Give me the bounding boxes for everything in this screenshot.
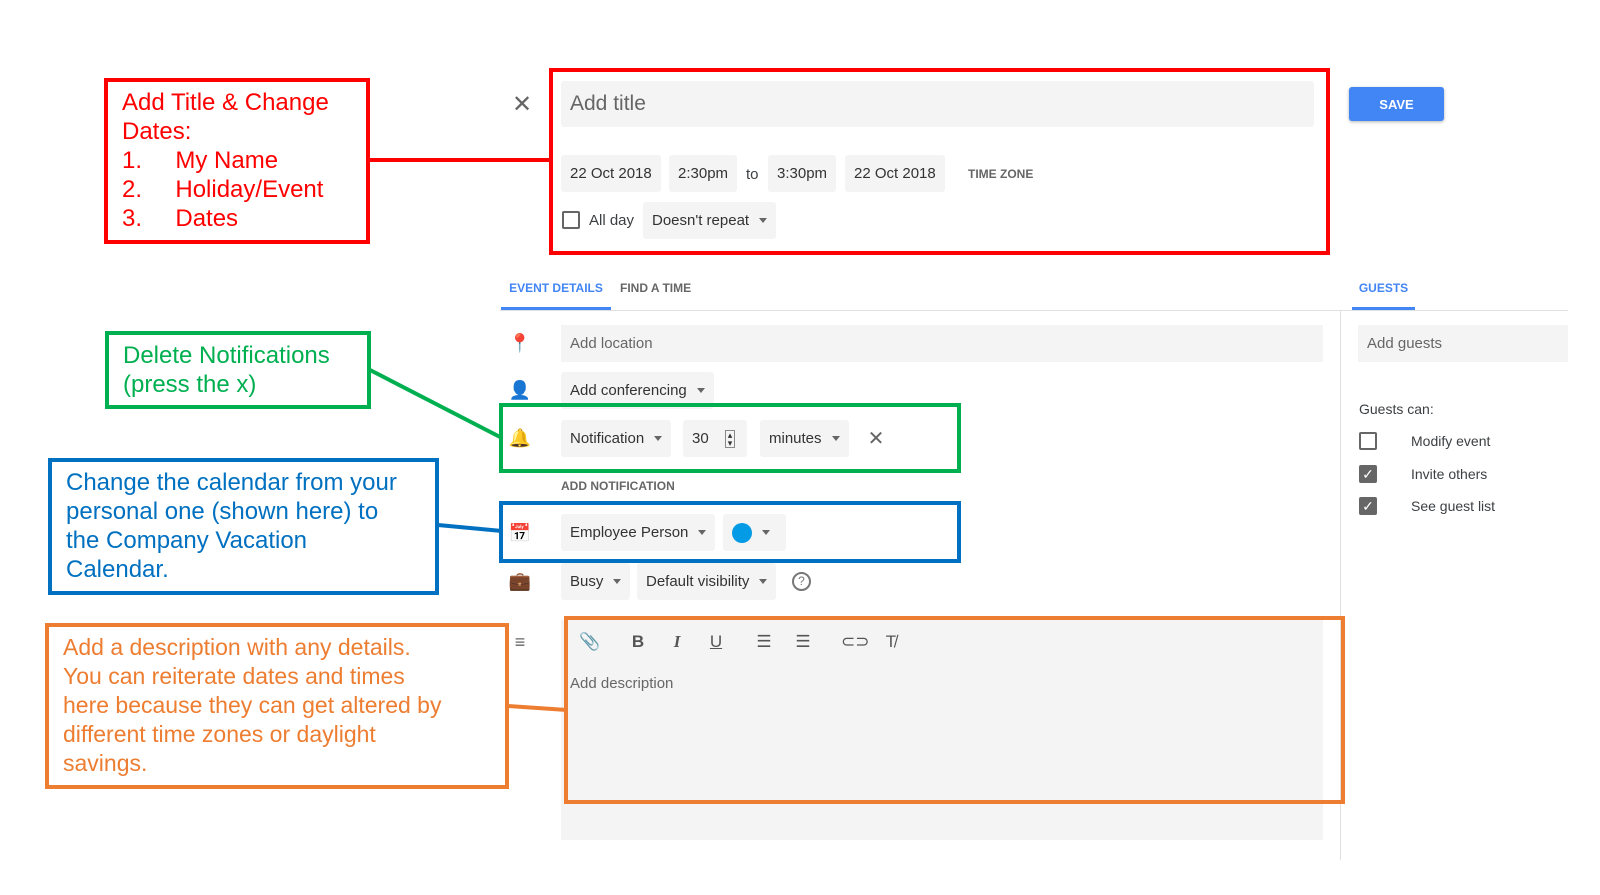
annotation-line: different time zones or daylight bbox=[63, 721, 376, 747]
annotation-line: 2. Holiday/Event bbox=[122, 176, 324, 203]
annotation-line: You can reiterate dates and times bbox=[63, 663, 405, 689]
annotation-line: Delete Notifications bbox=[123, 342, 330, 369]
annotation-line: Dates: bbox=[122, 118, 192, 145]
annotation-line: Change the calendar from your bbox=[66, 469, 397, 496]
annotation-line: the Company Vacation bbox=[66, 527, 308, 554]
annotation-green: Delete Notifications (press the x) bbox=[105, 331, 371, 409]
annotation-red: Add Title & Change Dates: 1. My Name 2. … bbox=[104, 78, 370, 244]
orange-connector bbox=[507, 704, 568, 712]
annotation-line: Calendar. bbox=[66, 556, 169, 583]
annotation-blue: Change the calendar from your personal o… bbox=[48, 458, 439, 595]
annotation-line: personal one (shown here) to bbox=[66, 498, 379, 525]
green-highlight-box bbox=[499, 403, 961, 473]
annotation-line: here because they can get altered by bbox=[63, 692, 442, 718]
annotation-line: savings. bbox=[63, 750, 148, 776]
orange-highlight-box bbox=[564, 616, 1345, 804]
annotation-line: (press the x) bbox=[123, 371, 257, 398]
red-highlight-box bbox=[549, 68, 1330, 255]
annotation-line: 3. Dates bbox=[122, 205, 239, 232]
blue-highlight-box bbox=[499, 501, 961, 563]
blue-connector bbox=[437, 523, 503, 533]
annotation-line: 1. My Name bbox=[122, 147, 279, 174]
green-connector bbox=[369, 368, 503, 440]
annotation-line: Add Title & Change bbox=[122, 89, 329, 116]
annotation-line: Add a description with any details. bbox=[63, 634, 411, 660]
annotation-orange: Add a description with any details. You … bbox=[45, 623, 509, 789]
